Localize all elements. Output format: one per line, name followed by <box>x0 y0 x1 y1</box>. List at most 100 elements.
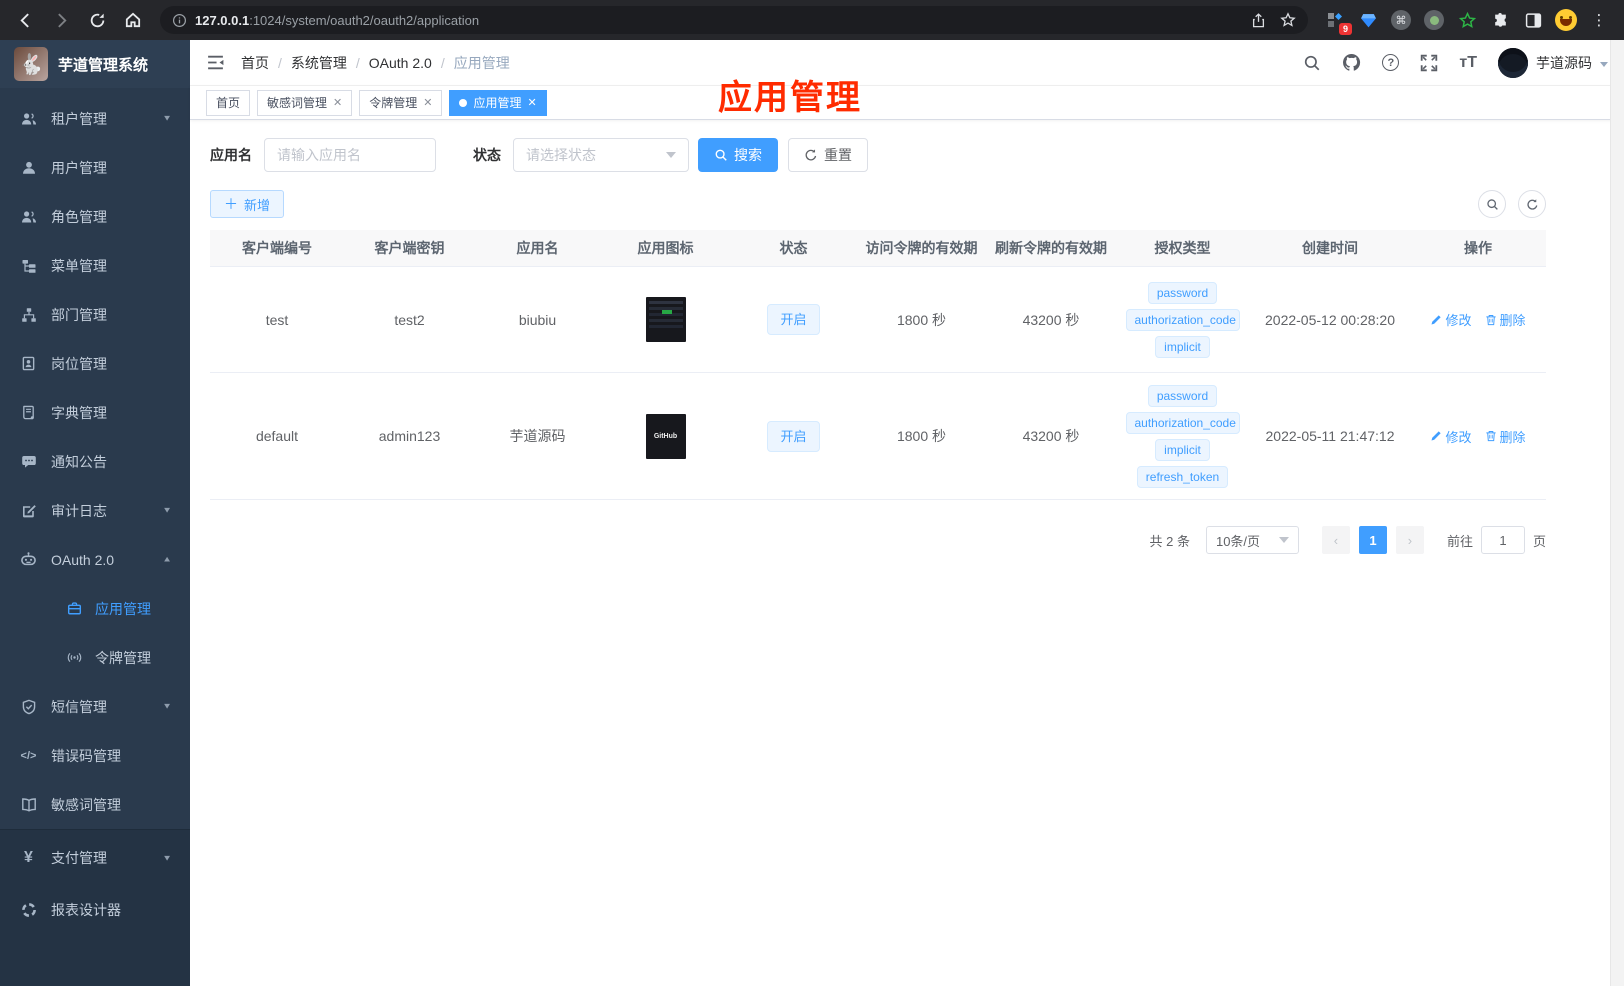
tab-sensitive-word[interactable]: 敏感词管理 ✕ <box>257 89 353 116</box>
command-extension-icon[interactable]: ⌘ <box>1390 9 1412 31</box>
sidebar-item-dict[interactable]: 字典管理 <box>0 388 190 437</box>
sidebar-menu: 租户管理 ▼ 用户管理 角色管理 菜单管理 部门管理 岗位管理 字典管理 通知公… <box>0 88 190 829</box>
status-select[interactable]: 请选择状态 <box>513 138 689 172</box>
annotation-text: 应用管理 <box>718 79 862 117</box>
sidebar: 🐇 芋道管理系统 租户管理 ▼ 用户管理 角色管理 菜单管理 部门管理 岗位管理 <box>0 40 190 986</box>
scrollbar-gutter[interactable] <box>1610 40 1624 986</box>
toggle-search-icon[interactable] <box>1478 190 1506 218</box>
sidebar-item-sensitive-word[interactable]: 敏感词管理 <box>0 780 190 829</box>
home-icon[interactable] <box>118 5 148 35</box>
extension-grid-icon[interactable]: 9 <box>1324 9 1352 35</box>
total-count: 共 2 条 <box>1149 533 1190 549</box>
delete-button[interactable]: 删除 <box>1485 310 1526 329</box>
user-menu[interactable]: 芋道源码 <box>1498 47 1608 78</box>
sidebar-item-oauth-token[interactable]: 令牌管理 <box>0 633 190 682</box>
app-icon-thumbnail: GitHub <box>645 413 686 459</box>
github-icon[interactable] <box>1342 53 1361 72</box>
gem-extension-icon[interactable] <box>1357 9 1379 31</box>
font-size-icon[interactable]: ᴛT <box>1459 54 1477 72</box>
goto-page-input[interactable] <box>1480 526 1525 554</box>
url-text: 127.0.0.1:1024/system/oauth2/oauth2/appl… <box>195 12 480 28</box>
filter-bar: 应用名 状态 请选择状态 搜索 重置 <box>210 137 1546 173</box>
grant-tag: authorization_code <box>1125 411 1240 434</box>
add-button[interactable]: ＋ 新增 <box>210 190 285 218</box>
briefcase-icon <box>66 600 83 617</box>
status-badge: 开启 <box>767 420 820 452</box>
edit-button[interactable]: 修改 <box>1430 427 1472 446</box>
sidebar-item-report-designer[interactable]: 报表设计器 <box>0 884 190 936</box>
share-icon[interactable] <box>1251 12 1266 28</box>
breadcrumb-home[interactable]: 首页 <box>241 53 269 73</box>
user-avatar <box>1498 47 1528 78</box>
reload-icon[interactable] <box>82 5 112 35</box>
refresh-token-ttl: 43200 秒 <box>1022 428 1080 444</box>
forward-icon[interactable] <box>46 5 76 35</box>
grant-types: password authorization_code implicit <box>1125 281 1240 358</box>
reset-button[interactable]: 重置 <box>788 138 868 172</box>
sidepanel-icon[interactable] <box>1522 9 1544 31</box>
sidebar-item-sms[interactable]: 短信管理 ▼ <box>0 682 190 731</box>
browser-chrome: 127.0.0.1:1024/system/oauth2/oauth2/appl… <box>0 0 1624 40</box>
table-row: default admin123 芋道源码 GitHub 开启 1800 秒 4… <box>210 373 1546 500</box>
tab-token[interactable]: 令牌管理 ✕ <box>359 89 443 116</box>
sidebar-item-role[interactable]: 角色管理 <box>0 192 190 241</box>
app-name: biubiu <box>518 311 557 328</box>
back-icon[interactable] <box>10 5 40 35</box>
bookmark-star-icon[interactable] <box>1280 12 1296 28</box>
sidebar-item-oauth[interactable]: OAuth 2.0 ▲ <box>0 535 190 584</box>
goto-label: 前往 <box>1446 533 1473 549</box>
page-size-select[interactable]: 10条/页 <box>1205 526 1299 554</box>
pagination: 共 2 条 10条/页 ‹ 1 › 前往 页 <box>210 526 1546 554</box>
header-search-icon[interactable] <box>1303 54 1321 72</box>
site-info-icon[interactable] <box>172 13 187 28</box>
close-icon[interactable]: ✕ <box>528 96 537 109</box>
chevron-down-icon <box>666 152 676 158</box>
next-page-button[interactable]: › <box>1395 526 1424 554</box>
shield-check-icon <box>20 698 37 715</box>
sidebar-item-post[interactable]: 岗位管理 <box>0 339 190 388</box>
close-icon[interactable]: ✕ <box>333 96 342 109</box>
close-icon[interactable]: ✕ <box>423 96 432 109</box>
sidebar-item-notice[interactable]: 通知公告 <box>0 437 190 486</box>
sidebar-item-dept[interactable]: 部门管理 <box>0 290 190 339</box>
sidebar-item-user[interactable]: 用户管理 <box>0 143 190 192</box>
breadcrumb-oauth[interactable]: OAuth 2.0 <box>369 55 432 71</box>
puzzle-extensions-icon[interactable] <box>1489 9 1511 31</box>
browser-menu-icon[interactable]: ⋮ <box>1588 9 1610 31</box>
sidebar-item-pay[interactable]: ¥ 支付管理 ▼ <box>0 832 190 884</box>
delete-button[interactable]: 删除 <box>1485 427 1526 446</box>
prev-page-button[interactable]: ‹ <box>1321 526 1350 554</box>
page-number-current[interactable]: 1 <box>1358 526 1387 554</box>
edit-button[interactable]: 修改 <box>1430 310 1472 329</box>
caret-down-icon <box>1600 61 1608 67</box>
robot-icon <box>20 551 37 568</box>
tab-home[interactable]: 首页 <box>206 89 251 116</box>
recorder-extension-icon[interactable] <box>1423 9 1445 31</box>
star-extension-icon[interactable] <box>1456 9 1478 31</box>
profile-avatar-icon[interactable] <box>1555 9 1577 31</box>
app-logo-row[interactable]: 🐇 芋道管理系统 <box>0 40 190 88</box>
sidebar-item-tenant[interactable]: 租户管理 ▼ <box>0 94 190 143</box>
signal-waves-icon <box>66 649 83 666</box>
address-bar[interactable]: 127.0.0.1:1024/system/oauth2/oauth2/appl… <box>160 6 1308 34</box>
tab-application-active[interactable]: 应用管理 ✕ <box>449 89 547 116</box>
breadcrumb-system[interactable]: 系统管理 <box>291 53 347 73</box>
status-label: 状态 <box>473 147 501 163</box>
sidebar-item-menu[interactable]: 菜单管理 <box>0 241 190 290</box>
client-id: test <box>265 311 289 328</box>
sidebar-item-errcode[interactable]: </> 错误码管理 <box>0 731 190 780</box>
fullscreen-icon[interactable] <box>1420 54 1438 72</box>
grant-tag: password <box>1147 281 1218 304</box>
client-secret: admin123 <box>378 428 441 444</box>
sidebar-item-audit-log[interactable]: 审计日志 ▼ <box>0 486 190 535</box>
app-name-input[interactable] <box>264 138 436 172</box>
code-icon: </> <box>20 749 37 762</box>
client-id: default <box>255 428 299 444</box>
refresh-icon[interactable] <box>1518 190 1546 218</box>
sidebar-bottom-section: ¥ 支付管理 ▼ 报表设计器 <box>0 829 190 986</box>
book-icon <box>20 404 37 421</box>
sidebar-fold-icon[interactable] <box>206 53 225 72</box>
search-button[interactable]: 搜索 <box>698 138 778 172</box>
help-icon[interactable]: ? <box>1382 54 1400 71</box>
sidebar-item-oauth-application[interactable]: 应用管理 <box>0 584 190 633</box>
